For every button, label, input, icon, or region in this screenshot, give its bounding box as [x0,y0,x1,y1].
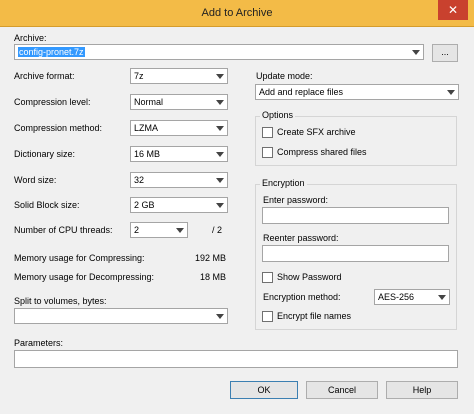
show-password-checkbox[interactable] [262,272,273,283]
close-button[interactable]: ✕ [438,0,468,20]
word-size-label: Word size: [14,175,57,185]
create-sfx-checkbox[interactable] [262,127,273,138]
chevron-down-icon [437,292,447,302]
close-icon: ✕ [447,3,459,17]
enter-password-label: Enter password: [263,195,329,205]
reenter-password-label: Reenter password: [263,233,339,243]
window-title: Add to Archive [201,7,273,19]
compression-level-label: Compression level: [14,97,91,107]
parameters-input[interactable] [14,350,458,368]
chevron-down-icon [411,47,421,57]
cpu-threads-label: Number of CPU threads: [14,225,113,235]
memory-decompress-value: 18 MB [199,272,226,282]
chevron-down-icon [215,71,225,81]
password-input[interactable] [262,207,449,224]
options-group [255,116,457,166]
compression-method-label: Compression method: [14,123,103,133]
chevron-down-icon [215,311,225,321]
compression-method-value: LZMA [134,123,159,133]
chevron-down-icon [446,87,456,97]
chevron-down-icon [215,200,225,210]
create-sfx-label: Create SFX archive [277,127,356,137]
compression-method-select[interactable]: LZMA [130,120,228,136]
chevron-down-icon [215,175,225,185]
solid-block-size-value: 2 GB [134,200,155,210]
archive-format-label: Archive format: [14,71,75,81]
cpu-threads-value: 2 [134,225,140,235]
solid-block-size-select[interactable]: 2 GB [130,197,228,213]
archive-label: Archive: [14,33,47,43]
encryption-group-title: Encryption [260,178,307,188]
update-mode-label: Update mode: [256,71,313,81]
cancel-button[interactable]: Cancel [306,381,378,399]
compression-level-select[interactable]: Normal [130,94,228,110]
archive-path-value: config-pronet.7z [18,47,85,57]
archive-format-select[interactable]: 7z [130,68,228,84]
compress-shared-label: Compress shared files [277,147,367,157]
update-mode-select[interactable]: Add and replace files [255,84,459,100]
solid-block-size-label: Solid Block size: [14,200,80,210]
ok-button[interactable]: OK [230,381,298,399]
split-volumes-combo[interactable] [14,308,228,324]
memory-decompress-label: Memory usage for Decompressing: [14,272,155,282]
compression-level-value: Normal [134,97,164,107]
reenter-password-input[interactable] [262,245,449,262]
chevron-down-icon [215,123,225,133]
browse-button[interactable]: ... [432,44,458,62]
help-button[interactable]: Help [386,381,458,399]
memory-compress-value: 192 MB [194,253,226,263]
encryption-method-value: AES-256 [378,292,415,302]
word-size-value: 32 [134,175,145,185]
cpu-threads-select[interactable]: 2 [130,222,188,238]
encryption-method-select[interactable]: AES-256 [374,289,450,305]
options-group-title: Options [260,110,296,120]
chevron-down-icon [215,149,225,159]
word-size-select[interactable]: 32 [130,172,228,188]
encryption-method-label: Encryption method: [263,292,341,302]
split-volumes-label: Split to volumes, bytes: [14,296,107,306]
dictionary-size-label: Dictionary size: [14,149,76,159]
compress-shared-checkbox[interactable] [262,147,273,158]
title-bar: Add to Archive ✕ [0,0,474,27]
update-mode-value: Add and replace files [259,87,344,97]
dictionary-size-value: 16 MB [134,149,161,159]
archive-path-combo[interactable]: config-pronet.7z [14,44,424,60]
chevron-down-icon [215,97,225,107]
encrypt-names-label: Encrypt file names [277,311,352,321]
show-password-label: Show Password [277,272,342,282]
memory-compress-label: Memory usage for Compressing: [14,253,145,263]
dictionary-size-select[interactable]: 16 MB [130,146,228,162]
chevron-down-icon [175,225,185,235]
cpu-threads-max: / 2 [212,225,223,235]
archive-format-value: 7z [134,71,144,81]
parameters-label: Parameters: [14,338,64,348]
encrypt-names-checkbox[interactable] [262,311,273,322]
